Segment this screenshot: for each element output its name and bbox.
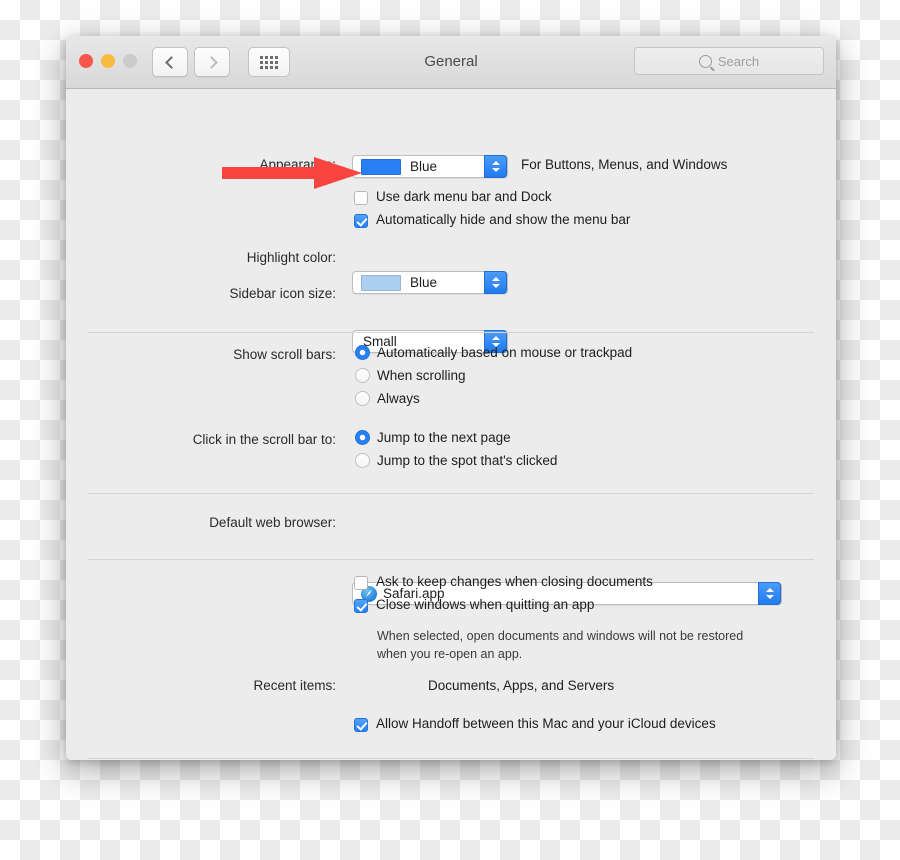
- radio-spot-clicked-label: Jump to the spot that's clicked: [377, 453, 558, 468]
- highlight-color-label-wrap: Highlight color:: [88, 250, 336, 265]
- close-windows-row[interactable]: Close windows when quitting an app: [354, 597, 594, 613]
- scrollbar-option-always[interactable]: Always: [355, 391, 420, 406]
- default-browser-popup-arrows[interactable]: [758, 582, 781, 605]
- divider-4: [88, 758, 814, 759]
- radio-next-page-label: Jump to the next page: [377, 430, 511, 445]
- close-windows-note: When selected, open documents and window…: [377, 627, 807, 663]
- appearance-color-swatch: [361, 158, 401, 175]
- recent-items-suffix-wrap: Documents, Apps, and Servers: [428, 678, 614, 693]
- radio-always[interactable]: [355, 391, 370, 406]
- scrollbar-option-when-scrolling[interactable]: When scrolling: [355, 368, 466, 383]
- default-browser-label-wrap: Default web browser:: [88, 515, 336, 530]
- show-scroll-bars-label: Show scroll bars:: [233, 347, 336, 362]
- dark-menu-bar-checkbox-row[interactable]: Use dark menu bar and Dock: [354, 189, 552, 205]
- click-scroll-bar-label-wrap: Click in the scroll bar to:: [88, 432, 336, 447]
- radio-when-scrolling[interactable]: [355, 368, 370, 383]
- appearance-hint: For Buttons, Menus, and Windows: [521, 157, 728, 172]
- ask-keep-changes-label: Ask to keep changes when closing documen…: [376, 574, 653, 589]
- click-option-next-page[interactable]: Jump to the next page: [355, 430, 511, 445]
- handoff-label: Allow Handoff between this Mac and your …: [376, 716, 716, 731]
- appearance-popup-arrows[interactable]: [484, 155, 507, 178]
- dark-menu-bar-label: Use dark menu bar and Dock: [376, 189, 552, 204]
- click-option-spot-clicked[interactable]: Jump to the spot that's clicked: [355, 453, 557, 468]
- recent-items-label: Recent items:: [253, 678, 336, 693]
- close-windows-note-line1: When selected, open documents and window…: [377, 629, 744, 643]
- ask-keep-changes-checkbox[interactable]: [354, 576, 368, 590]
- preferences-content: Appearance: Blue For Buttons, Menus, and…: [66, 89, 836, 760]
- search-placeholder: Search: [717, 53, 760, 69]
- dark-menu-bar-checkbox[interactable]: [354, 191, 368, 205]
- auto-hide-menu-bar-label: Automatically hide and show the menu bar: [376, 212, 631, 227]
- highlight-color-label: Highlight color:: [246, 250, 336, 265]
- radio-spot-clicked[interactable]: [355, 453, 370, 468]
- radio-next-page[interactable]: [355, 430, 370, 445]
- appearance-label: Appearance:: [259, 157, 336, 172]
- scrollbar-option-auto[interactable]: Automatically based on mouse or trackpad: [355, 345, 632, 360]
- appearance-label-wrap: Appearance:: [88, 157, 336, 172]
- close-windows-note-line2: when you re-open an app.: [377, 647, 523, 661]
- search-input[interactable]: Search: [634, 47, 824, 75]
- recent-items-label-wrap: Recent items:: [88, 678, 336, 693]
- appearance-popup[interactable]: Blue: [352, 155, 508, 178]
- appearance-value: Blue: [410, 159, 438, 174]
- highlight-color-swatch: [361, 274, 401, 291]
- handoff-row[interactable]: Allow Handoff between this Mac and your …: [354, 716, 716, 732]
- radio-auto-label: Automatically based on mouse or trackpad: [377, 345, 633, 360]
- sidebar-icon-size-label: Sidebar icon size:: [229, 286, 336, 301]
- ask-keep-changes-row[interactable]: Ask to keep changes when closing documen…: [354, 574, 653, 590]
- auto-hide-menu-bar-checkbox[interactable]: [354, 214, 368, 228]
- close-windows-label: Close windows when quitting an app: [376, 597, 595, 612]
- highlight-color-popup-arrows[interactable]: [484, 271, 507, 294]
- window-titlebar: General Search: [66, 36, 836, 89]
- search-icon: [698, 54, 712, 68]
- show-scroll-bars-label-wrap: Show scroll bars:: [88, 347, 336, 362]
- recent-items-suffix: Documents, Apps, and Servers: [428, 678, 615, 693]
- appearance-hint-wrap: For Buttons, Menus, and Windows: [521, 157, 727, 172]
- radio-auto[interactable]: [355, 345, 370, 360]
- radio-always-label: Always: [377, 391, 420, 406]
- sidebar-icon-size-label-wrap: Sidebar icon size:: [88, 286, 336, 301]
- handoff-checkbox[interactable]: [354, 718, 368, 732]
- click-scroll-bar-label: Click in the scroll bar to:: [192, 432, 336, 447]
- divider-1: [88, 332, 814, 333]
- divider-3: [88, 559, 814, 560]
- auto-hide-menu-bar-checkbox-row[interactable]: Automatically hide and show the menu bar: [354, 212, 630, 228]
- highlight-color-value: Blue: [410, 275, 438, 290]
- highlight-color-popup[interactable]: Blue: [352, 271, 508, 294]
- system-preferences-window: General Search Appearance: Blue For Butt…: [66, 36, 836, 760]
- radio-when-scrolling-label: When scrolling: [377, 368, 466, 383]
- divider-2: [88, 493, 814, 494]
- default-browser-label: Default web browser:: [209, 515, 336, 530]
- close-windows-checkbox[interactable]: [354, 599, 368, 613]
